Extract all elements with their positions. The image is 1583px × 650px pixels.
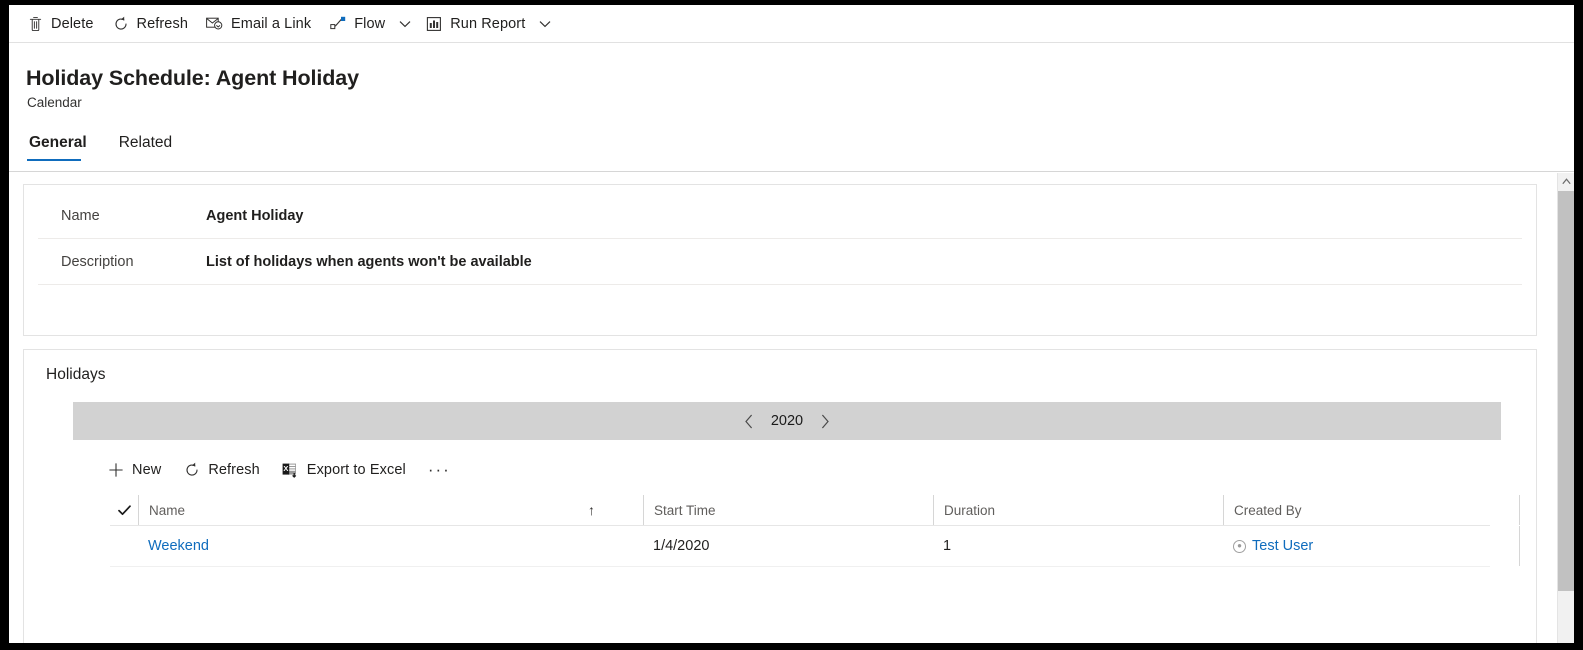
table-row[interactable]: Weekend 1/4/2020 1 ● Test User [110, 526, 1520, 567]
general-info-card: Name Agent Holiday Description List of h… [23, 184, 1537, 336]
run-report-button[interactable]: Run Report [416, 6, 534, 42]
column-header-start-time-label: Start Time [654, 502, 716, 518]
cell-created-by: ● Test User [1223, 526, 1519, 566]
trash-icon [26, 15, 44, 33]
scroll-up-arrow-icon[interactable] [1558, 173, 1574, 190]
command-bar: Delete Refresh Email a Link Flow Run Rep… [9, 5, 1574, 43]
cell-duration: 1 [943, 538, 952, 554]
row-checkbox[interactable] [110, 526, 138, 566]
export-to-excel-label: Export to Excel [306, 462, 406, 478]
field-row-filler [38, 285, 1522, 329]
flow-button[interactable]: Flow [320, 6, 394, 42]
flow-icon [329, 15, 347, 33]
checkmark-icon [117, 504, 131, 515]
sort-ascending-icon: ↑ [588, 502, 595, 518]
email-a-link-label: Email a Link [231, 15, 312, 32]
holidays-section-title: Holidays [46, 366, 106, 383]
field-row-name: Name Agent Holiday [38, 193, 1522, 239]
tab-related-label: Related [118, 134, 173, 151]
column-header-name[interactable]: Name ↑ [138, 495, 643, 525]
column-header-name-label: Name [149, 502, 186, 518]
description-field-label: Description [61, 253, 134, 270]
form-body: Name Agent Holiday Description List of h… [9, 173, 1574, 643]
select-all-checkbox[interactable] [110, 495, 138, 525]
scrollbar-thumb[interactable] [1558, 191, 1574, 591]
delete-button[interactable]: Delete [17, 6, 103, 42]
plus-icon [107, 461, 125, 479]
record-header: Holiday Schedule: Agent Holiday Calendar… [9, 43, 1574, 172]
subgrid-command-bar: New Refresh X Export to Excel ··· [96, 450, 462, 490]
year-navigation-bar: 2020 [73, 402, 1501, 440]
column-header-created-by-label: Created By [1234, 502, 1302, 518]
cell-name: Weekend [138, 526, 643, 566]
holidays-subgrid-card: Holidays 2020 New Refresh X Export to Ex… [23, 349, 1537, 643]
refresh-label: Refresh [136, 15, 188, 32]
overflow-icon: ··· [427, 460, 451, 479]
more-commands-button[interactable]: ··· [417, 452, 462, 488]
column-header-duration-label: Duration [944, 502, 996, 518]
name-field-value[interactable]: Agent Holiday [206, 208, 303, 224]
year-navigation: 2020 [738, 408, 836, 434]
row-name-link[interactable]: Weekend [148, 538, 209, 554]
email-link-icon [206, 15, 224, 33]
email-a-link-button[interactable]: Email a Link [197, 6, 320, 42]
cell-start-time: 1/4/2020 [653, 538, 710, 554]
entity-subtitle: Calendar [27, 95, 82, 110]
row-created-by-link[interactable]: Test User [1252, 538, 1313, 554]
page-title: Holiday Schedule: Agent Holiday [26, 66, 359, 90]
row-end-divider [1519, 526, 1520, 566]
excel-icon: X [282, 461, 300, 479]
refresh-button[interactable]: Refresh [103, 6, 197, 42]
run-report-icon [425, 15, 443, 33]
flow-chevron-down-icon[interactable] [394, 6, 416, 42]
app-frame: Delete Refresh Email a Link Flow Run Rep… [9, 5, 1574, 643]
current-year-label: 2020 [770, 413, 804, 429]
chevron-right-icon[interactable] [814, 408, 836, 434]
holidays-grid: Name ↑ Start Time Duration Created By We… [110, 495, 1520, 567]
export-to-excel-button[interactable]: X Export to Excel [271, 452, 417, 488]
subgrid-refresh-label: Refresh [208, 462, 260, 478]
form-tabs: General Related [27, 131, 202, 161]
field-row-description: Description List of holidays when agents… [38, 239, 1522, 285]
grid-header-row: Name ↑ Start Time Duration Created By [110, 495, 1520, 526]
subgrid-refresh-button[interactable]: Refresh [172, 452, 270, 488]
column-header-duration[interactable]: Duration [933, 495, 1223, 525]
column-header-start-time[interactable]: Start Time [643, 495, 933, 525]
tab-related[interactable]: Related [117, 131, 180, 161]
new-label: New [132, 462, 162, 478]
run-report-label: Run Report [450, 15, 526, 32]
refresh-icon [183, 461, 201, 479]
contact-avatar-icon: ● [1233, 539, 1246, 553]
column-header-created-by[interactable]: Created By [1223, 495, 1519, 525]
new-button[interactable]: New [96, 452, 172, 488]
svg-text:X: X [284, 464, 289, 473]
tab-general-label: General [29, 134, 87, 151]
description-field-value[interactable]: List of holidays when agents won't be av… [206, 254, 532, 270]
tab-general[interactable]: General [27, 131, 95, 161]
name-field-label: Name [61, 207, 100, 224]
column-header-end-divider [1519, 495, 1520, 525]
run-report-chevron-down-icon[interactable] [534, 6, 556, 42]
vertical-scrollbar[interactable] [1557, 173, 1574, 643]
flow-label: Flow [354, 15, 386, 32]
refresh-icon [112, 15, 130, 33]
delete-label: Delete [51, 15, 94, 32]
chevron-left-icon[interactable] [738, 408, 760, 434]
